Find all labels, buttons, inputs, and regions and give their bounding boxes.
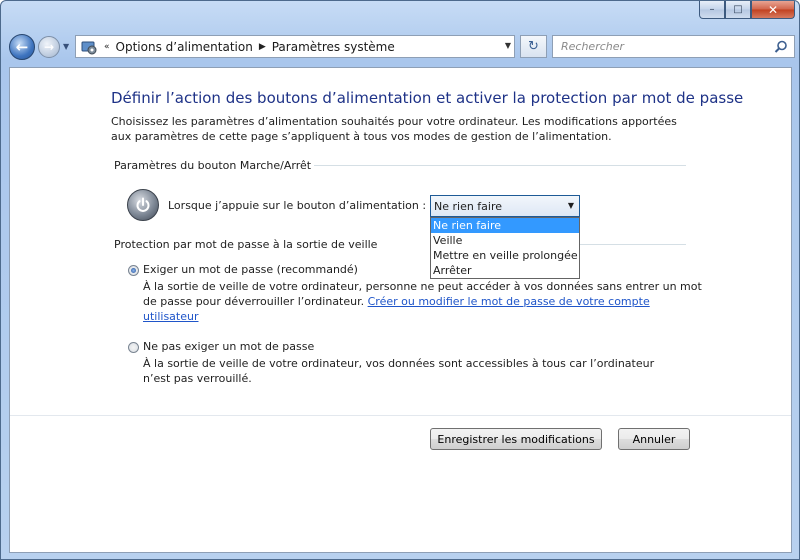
- navigation-bar: ← → ▼ « Options d’alimentation ▶ Paramèt…: [7, 33, 795, 61]
- chevron-down-icon: ▼: [567, 201, 574, 210]
- forward-arrow-icon: →: [43, 40, 55, 54]
- no-password-radio[interactable]: [128, 342, 139, 353]
- content-panel: Définir l’action des boutons d’alimentat…: [9, 67, 792, 553]
- title-bar: – □ ✕: [1, 1, 799, 29]
- require-password-label[interactable]: Exiger un mot de passe (recommandé): [143, 263, 358, 276]
- page-title: Définir l’action des boutons d’alimentat…: [111, 89, 744, 107]
- no-password-description: À la sortie de veille de votre ordinateu…: [143, 357, 655, 385]
- option-shut-down[interactable]: Arrêter: [431, 263, 579, 278]
- radio-selected-dot: [131, 268, 136, 273]
- search-icon[interactable]: [774, 40, 788, 54]
- address-dropdown-icon[interactable]: ▼: [505, 41, 511, 50]
- recent-pages-button[interactable]: ▼: [63, 42, 69, 51]
- refresh-button[interactable]: ↻: [520, 35, 547, 58]
- power-action-dropdown: Ne rien faire Veille Mettre en veille pr…: [430, 217, 580, 279]
- breadcrumb-separator-icon[interactable]: ▶: [259, 42, 266, 52]
- back-button[interactable]: ←: [9, 34, 35, 60]
- save-button[interactable]: Enregistrer les modifications: [430, 428, 602, 450]
- refresh-icon: ↻: [528, 39, 539, 54]
- power-icon: [127, 189, 159, 221]
- caption-buttons: – □ ✕: [699, 1, 795, 21]
- close-button[interactable]: ✕: [751, 1, 795, 19]
- intro-text: Choisissez les paramètres d’alimentation…: [111, 115, 677, 143]
- maximize-button[interactable]: □: [725, 1, 751, 19]
- breadcrumb-overflow[interactable]: «: [104, 42, 110, 52]
- minimize-button[interactable]: –: [699, 1, 725, 19]
- password-section-title: Protection par mot de passe à la sortie …: [114, 238, 378, 251]
- footer-divider: [10, 415, 791, 416]
- require-password-radio[interactable]: [128, 265, 139, 276]
- option-hibernate[interactable]: Mettre en veille prolongée: [431, 248, 579, 263]
- require-password-description: À la sortie de veille de votre ordinateu…: [143, 279, 703, 324]
- window: – □ ✕ ← → ▼ « Options d’alimentation ▶ P…: [0, 0, 800, 560]
- control-panel-icon: [80, 39, 98, 55]
- power-section-divider: [314, 165, 686, 166]
- search-box[interactable]: [552, 35, 795, 58]
- power-action-value: Ne rien faire: [434, 199, 503, 213]
- search-input[interactable]: [559, 39, 763, 54]
- breadcrumb-system-settings[interactable]: Paramètres système: [272, 40, 395, 54]
- back-arrow-icon: ←: [15, 38, 29, 56]
- option-do-nothing[interactable]: Ne rien faire: [431, 218, 579, 233]
- no-password-label[interactable]: Ne pas exiger un mot de passe: [143, 340, 314, 353]
- power-action-select[interactable]: Ne rien faire ▼: [430, 195, 580, 217]
- cancel-button[interactable]: Annuler: [618, 428, 690, 450]
- power-section-title: Paramètres du bouton Marche/Arrêt: [114, 159, 312, 172]
- option-sleep[interactable]: Veille: [431, 233, 579, 248]
- breadcrumb-power-options[interactable]: Options d’alimentation: [116, 40, 253, 54]
- address-bar[interactable]: « Options d’alimentation ▶ Paramètres sy…: [75, 35, 515, 58]
- password-section-divider: [580, 244, 686, 245]
- power-button-label: Lorsque j’appuie sur le bouton d’aliment…: [168, 199, 427, 212]
- forward-button[interactable]: →: [38, 36, 60, 58]
